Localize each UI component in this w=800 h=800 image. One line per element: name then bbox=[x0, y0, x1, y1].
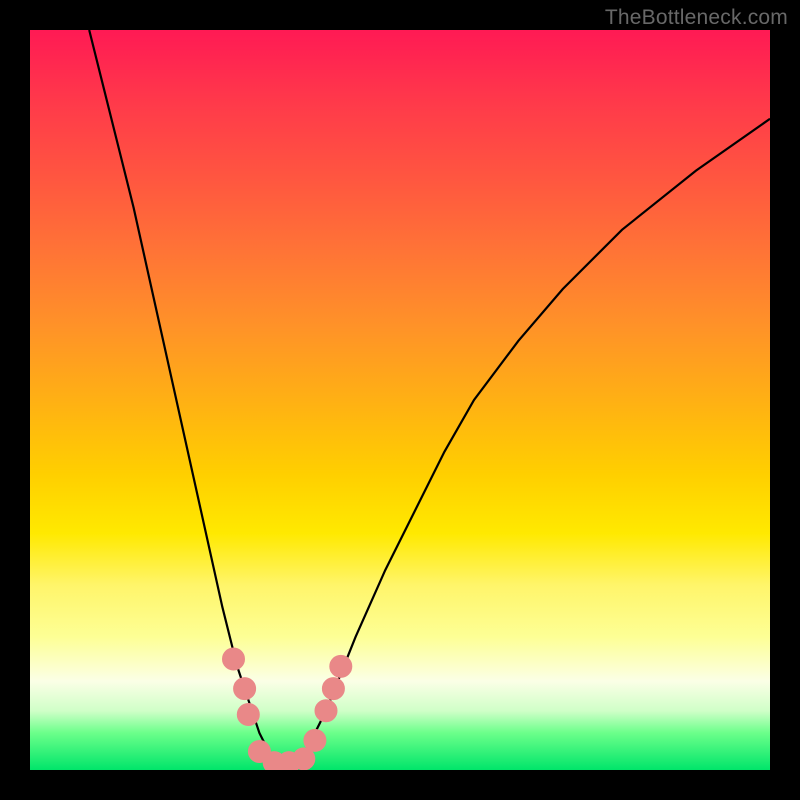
data-marker bbox=[237, 704, 259, 726]
chart-svg bbox=[30, 30, 770, 770]
data-marker bbox=[315, 700, 337, 722]
data-marker bbox=[223, 648, 245, 670]
data-marker bbox=[234, 678, 256, 700]
chart-frame: TheBottleneck.com bbox=[0, 0, 800, 800]
plot-area bbox=[30, 30, 770, 770]
data-marker bbox=[304, 729, 326, 751]
bottleneck-curve bbox=[89, 30, 770, 770]
data-marker bbox=[322, 678, 344, 700]
marker-group bbox=[223, 648, 352, 770]
watermark-text: TheBottleneck.com bbox=[605, 6, 788, 30]
data-marker bbox=[330, 655, 352, 677]
